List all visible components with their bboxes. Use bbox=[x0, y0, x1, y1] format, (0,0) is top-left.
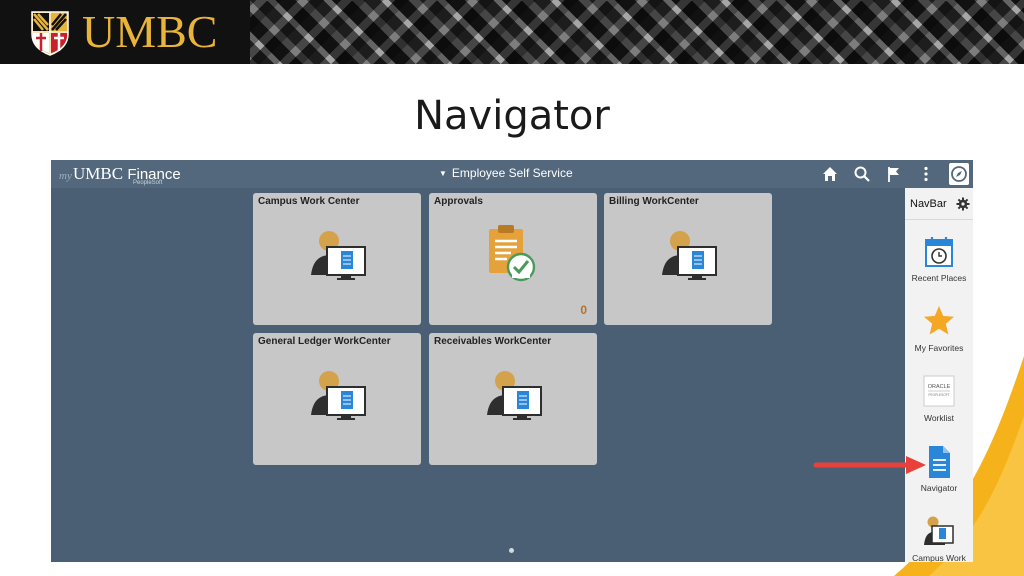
navbar-item-campus-work[interactable]: Campus Work bbox=[905, 515, 973, 562]
tile-campus-work-center[interactable]: Campus Work Center bbox=[253, 193, 421, 325]
app-name-main: UMBC bbox=[73, 164, 124, 183]
workcenter-icon bbox=[924, 516, 954, 545]
navbar-item-label: Recent Places bbox=[911, 273, 967, 283]
star-icon bbox=[924, 306, 954, 335]
oracle-worklist-icon: ORACLE PEOPLESOFT bbox=[923, 375, 955, 407]
workcenter-icon bbox=[311, 231, 366, 280]
app-name: UMBC Finance bbox=[73, 164, 181, 184]
navbar-item-recent-places[interactable]: Recent Places bbox=[905, 235, 973, 301]
approvals-count: 0 bbox=[580, 303, 587, 317]
gear-icon[interactable] bbox=[956, 197, 970, 211]
navbar-item-label: Navigator bbox=[920, 483, 958, 493]
slide: UMBC Navigator my UMBC Finance PeopleSof… bbox=[0, 0, 1024, 576]
caret-down-icon: ▼ bbox=[439, 169, 447, 178]
logo-text: UMBC bbox=[82, 6, 218, 57]
approvals-icon bbox=[489, 225, 536, 282]
header-banner: UMBC bbox=[0, 0, 1024, 64]
navbar-title: NavBar bbox=[910, 198, 947, 210]
tile-approvals[interactable]: Approvals 0 bbox=[429, 193, 597, 325]
navbar-panel: NavBar Recent Places My Favorites ORACLE… bbox=[905, 188, 973, 562]
navbar-item-label: My Favorites bbox=[914, 343, 964, 353]
navbar-item-worklist[interactable]: ORACLE PEOPLESOFT Worklist bbox=[905, 375, 973, 441]
calendar-clock-icon bbox=[925, 237, 953, 267]
workcenter-icon bbox=[311, 371, 366, 420]
workcenter-icon bbox=[662, 231, 717, 280]
tile-receivables-workcenter[interactable]: Receivables WorkCenter bbox=[429, 333, 597, 465]
homepage-dropdown[interactable]: ▼ Employee Self Service bbox=[439, 166, 573, 180]
compass-icon[interactable] bbox=[949, 163, 969, 185]
app-prefix: my bbox=[59, 170, 72, 182]
tile-title: Receivables WorkCenter bbox=[434, 336, 552, 347]
tile-title: Approvals bbox=[434, 196, 483, 207]
callout-arrow-icon bbox=[813, 456, 926, 474]
workcenter-icon bbox=[487, 371, 542, 420]
shield-icon bbox=[31, 11, 69, 56]
more-icon[interactable] bbox=[917, 165, 935, 183]
page-title: Navigator bbox=[414, 93, 610, 139]
navbar-item-my-favorites[interactable]: My Favorites bbox=[905, 305, 973, 371]
homepage-label: Employee Self Service bbox=[451, 166, 573, 180]
peoplesoft-screenshot: my UMBC Finance PeopleSoft ▼ Employee Sel… bbox=[51, 160, 973, 562]
oracle-logo-line2: PEOPLESOFT bbox=[928, 393, 949, 397]
navbar-item-label: Campus Work bbox=[912, 553, 966, 562]
home-icon[interactable] bbox=[821, 165, 839, 183]
app-subtitle: PeopleSoft bbox=[133, 180, 163, 186]
navbar-header: NavBar bbox=[905, 188, 973, 220]
tile-billing-workcenter[interactable]: Billing WorkCenter bbox=[604, 193, 772, 325]
search-icon[interactable] bbox=[853, 165, 871, 183]
tile-title: Campus Work Center bbox=[258, 196, 360, 207]
flag-icon[interactable] bbox=[885, 165, 903, 183]
tile-title: General Ledger WorkCenter bbox=[258, 336, 391, 347]
tile-general-ledger-workcenter[interactable]: General Ledger WorkCenter bbox=[253, 333, 421, 465]
umbc-logo: UMBC bbox=[0, 0, 250, 64]
tile-title: Billing WorkCenter bbox=[609, 196, 699, 207]
app-header: my UMBC Finance PeopleSoft ▼ Employee Sel… bbox=[51, 160, 973, 188]
navbar-item-label: Worklist bbox=[923, 413, 955, 423]
oracle-logo-line1: ORACLE bbox=[928, 384, 951, 390]
page-indicator-dot[interactable] bbox=[509, 548, 514, 553]
